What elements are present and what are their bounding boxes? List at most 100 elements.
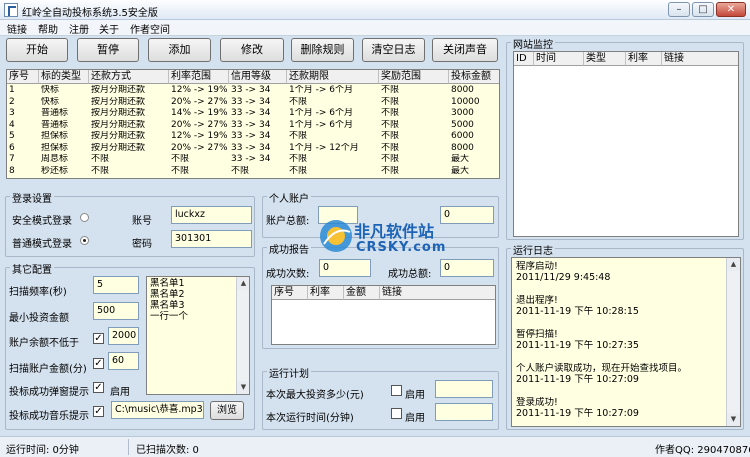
success-col-index[interactable]: 序号 [272, 286, 308, 300]
cell-rate: 20% -> 27% [171, 119, 228, 130]
browse-button[interactable]: 浏览 [210, 401, 244, 420]
success-title: 成功报告 [267, 241, 311, 256]
success-total-input[interactable]: 0 [440, 259, 494, 277]
menu-help[interactable]: 帮助 [38, 21, 58, 36]
cell-index: 4 [9, 119, 15, 130]
table-row[interactable]: 1 快标 按月分期还款 12% -> 19% 33 -> 34 1个月 -> 6个月 不限 8… [7, 85, 499, 96]
col-index[interactable]: 序号 [7, 70, 39, 84]
cell-repay: 按月分期还款 [91, 142, 146, 153]
pause-button[interactable]: 暂停 [77, 38, 139, 62]
scan-interval-input[interactable]: 5 [93, 276, 139, 294]
cell-repay: 不限 [91, 154, 110, 164]
cell-amount: 8000 [451, 85, 474, 95]
password-input[interactable]: 301301 [171, 230, 252, 248]
close-button[interactable]: ✕ [716, 2, 746, 17]
cell-reward: 不限 [381, 165, 400, 176]
music-notify-checkbox[interactable]: ✓ [93, 406, 104, 417]
success-col-amount[interactable]: 金额 [344, 286, 380, 300]
col-credit[interactable]: 信用等级 [229, 70, 287, 84]
success-col-rate[interactable]: 利率 [308, 286, 344, 300]
add-button[interactable]: 添加 [148, 38, 211, 62]
safe-mode-radio[interactable] [80, 213, 89, 222]
account-input[interactable]: luckxz [171, 206, 252, 224]
max-invest-label: 本次最大投资多少(元) [266, 390, 364, 401]
monitor-table[interactable]: ID 时间 类型 利率 链接 [513, 51, 739, 237]
col-repay[interactable]: 还款方式 [89, 70, 169, 84]
monitor-col-type[interactable]: 类型 [584, 52, 626, 66]
scan-amount-input[interactable]: 60 [108, 352, 139, 370]
start-button[interactable]: 开始 [6, 38, 68, 62]
log-scrollbar[interactable]: ▲ ▼ [726, 258, 740, 426]
normal-mode-radio[interactable] [80, 236, 89, 245]
music-path-input[interactable]: C:\music\恭喜.mp3 [111, 401, 204, 419]
menu-author-space[interactable]: 作者空间 [130, 21, 170, 36]
scan-amount-checkbox[interactable]: ✓ [93, 358, 104, 369]
menu-links[interactable]: 链接 [7, 21, 27, 36]
log-line: 2011-11-19 下午 10:27:09 [516, 374, 639, 385]
table-row[interactable]: 4 普通标 按月分期还款 20% -> 27% 33 -> 34 1个月 -> 6个月 不限… [7, 119, 499, 131]
table-row[interactable]: 3 普通标 按月分期还款 14% -> 19% 33 -> 34 1个月 -> 6个月 不限… [7, 108, 499, 119]
min-balance-input[interactable]: 2000 [108, 327, 139, 345]
cell-type: 快标 [41, 85, 60, 95]
cell-type: 担保标 [41, 131, 69, 141]
clear-log-button[interactable]: 清空日志 [362, 38, 425, 62]
cell-period: 1个月 -> 6个月 [289, 119, 353, 130]
monitor-col-time[interactable]: 时间 [534, 52, 584, 66]
cell-type: 周息标 [41, 154, 69, 164]
table-row[interactable]: 2 快标 按月分期还款 20% -> 27% 33 -> 34 不限 不限 10000 [7, 96, 499, 108]
menu-about[interactable]: 关于 [99, 21, 119, 36]
table-row[interactable]: 5 担保标 按月分期还款 12% -> 19% 33 -> 34 不限 不限 6000 [7, 131, 499, 142]
account-total-input[interactable]: 0 [440, 206, 494, 224]
cell-reward: 不限 [381, 131, 400, 141]
col-reward[interactable]: 奖励范围 [379, 70, 449, 84]
monitor-col-rate[interactable]: 利率 [626, 52, 662, 66]
other-config-group: 其它配置 扫描频率(秒) 5 最小投资金额 500 账户余额不低于 ✓ 2000… [5, 261, 255, 430]
success-col-link[interactable]: 链接 [380, 286, 495, 300]
run-log-group: 运行日志 ▲ ▼ 程序启动! 2011/11/29 9:45:48 退出程序! 201… [506, 242, 744, 430]
log-line: 2011-11-19 下午 10:27:35 [516, 340, 639, 352]
minimize-button[interactable]: – [668, 2, 690, 17]
mute-button[interactable]: 关闭声音 [432, 38, 498, 62]
col-period[interactable]: 还款期限 [287, 70, 379, 84]
rules-table[interactable]: 序号 标的类型 还款方式 利率范围 信用等级 还款期限 奖励范围 投标金额 1 快… [6, 69, 500, 179]
success-table[interactable]: 序号 利率 金额 链接 [271, 285, 496, 345]
col-amount[interactable]: 投标金额 [449, 70, 499, 84]
log-scroll-up-icon[interactable]: ▲ [727, 258, 740, 271]
col-rate[interactable]: 利率范围 [169, 70, 229, 84]
blacklist-scrollbar[interactable]: ▲ ▼ [236, 277, 249, 394]
popup-notify-checkbox[interactable]: ✓ [93, 382, 104, 393]
col-type[interactable]: 标的类型 [39, 70, 89, 84]
maximize-button[interactable]: □ [692, 2, 714, 17]
max-invest-checkbox[interactable] [391, 385, 402, 396]
run-time-input[interactable] [435, 403, 493, 421]
table-row[interactable]: 6 担保标 按月分期还款 20% -> 27% 33 -> 34 1个月 -> 12个月 不… [7, 142, 499, 154]
account-total-label: 账户总额: [266, 216, 310, 227]
log-scroll-down-icon[interactable]: ▼ [727, 413, 740, 426]
cell-index: 1 [9, 85, 15, 95]
scan-count-status: 已扫描次数: 0 [136, 445, 199, 456]
monitor-title: 网站监控 [511, 36, 555, 51]
log-line: 退出程序! [516, 294, 558, 306]
cell-period: 不限 [289, 96, 308, 107]
menu-register[interactable]: 注册 [69, 21, 89, 36]
table-row[interactable]: 8 秒还标 不限 不限 不限 不限 不限 最大 [7, 165, 499, 177]
min-balance-checkbox[interactable]: ✓ [93, 333, 104, 344]
delete-rule-button[interactable]: 删除规则 [291, 38, 354, 62]
run-log-textarea[interactable]: ▲ ▼ 程序启动! 2011/11/29 9:45:48 退出程序! 2011-11-… [511, 257, 741, 427]
min-bid-input[interactable]: 500 [93, 302, 139, 320]
blacklist-textarea[interactable]: 黑名单1 黑名单2 黑名单3 一行一个 ▲ ▼ [146, 276, 250, 395]
cell-amount: 最大 [451, 165, 470, 176]
edit-button[interactable]: 修改 [220, 38, 284, 62]
max-invest-input[interactable] [435, 380, 493, 398]
run-time-checkbox[interactable] [391, 408, 402, 419]
cell-amount: 3000 [451, 108, 474, 118]
scroll-down-icon[interactable]: ▼ [237, 381, 249, 394]
window-title: 红岭全自动投标系统3.5安全版 [22, 8, 158, 19]
table-row[interactable]: 7 周息标 不限 不限 33 -> 34 不限 不限 最大 [7, 154, 499, 165]
monitor-col-id[interactable]: ID [514, 52, 534, 66]
scroll-up-icon[interactable]: ▲ [237, 277, 249, 290]
monitor-col-link[interactable]: 链接 [662, 52, 738, 66]
blacklist-line: 黑名单1 [150, 278, 185, 289]
author-qq-status: 作者QQ: 290470876 [655, 445, 750, 456]
